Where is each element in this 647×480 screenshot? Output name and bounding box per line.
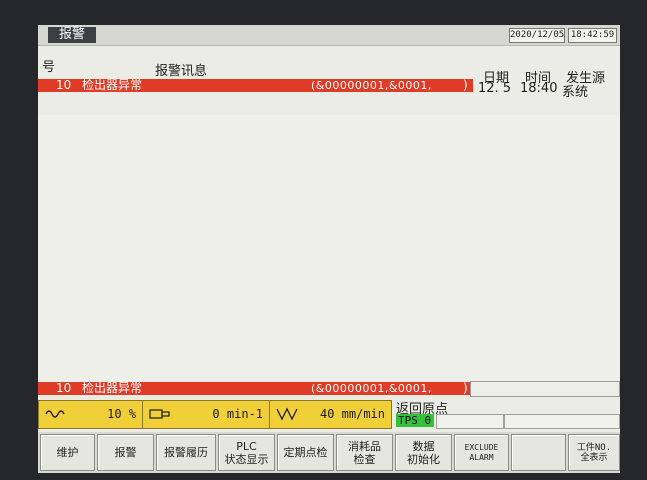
softkey-consumables[interactable]: 消耗品 检查 [336,434,393,471]
alarm-number: 10 [56,78,72,92]
softkey-workpiece-all[interactable]: 工件NO. 全表示 [568,434,620,471]
title-bar: 报警 2020/12/05 18:42:59 [38,25,620,46]
softkey-periodic-check[interactable]: 定期点检 [277,434,334,471]
current-alarm-code: (&00000001,&0001, [311,382,432,395]
zigzag-icon [276,407,298,421]
spindle-icon [149,409,170,419]
softkey-alarm-history[interactable]: 报警履历 [156,434,216,471]
feed-rate-cell: 40 mm/min [269,400,392,429]
softkey-exclude-alarm[interactable]: EXCLUDE ALARM [454,434,509,471]
status-slot-1 [436,414,504,429]
time-display: 18:42:59 [568,28,617,43]
feed-rate-value: 40 mm/min [319,407,385,421]
alarm-row[interactable]: 10 检出器异常 (&00000001,&0001, ) [38,79,473,92]
current-alarm-bar: 10 检出器异常 (&00000001,&0001, ) [38,382,470,395]
current-alarm-code-close: ) [463,381,468,395]
alarm-message: 检出器异常 [82,78,143,92]
alarm-time: 18:40 [520,81,558,96]
header-message: 报警讯息 [155,64,208,79]
alarm-date: 12. 5 [478,81,512,96]
softkey-data-init[interactable]: 数据 初始化 [395,434,452,471]
status-slot-2 [504,414,620,429]
message-aux-box [470,381,620,397]
spindle-speed-cell: 0 min-1 [142,400,270,429]
spindle-override-value: 10 % [107,407,136,421]
date-display: 2020/12/05 [509,28,565,43]
softkey-plc-status[interactable]: PLC 状态显示 [218,434,275,471]
softkey-blank[interactable] [511,434,566,471]
wave-icon [45,410,65,418]
spindle-override-cell: 10 % [38,400,143,429]
softkey-maintenance[interactable]: 维护 [40,434,95,471]
softkey-alarm[interactable]: 报警 [97,434,154,471]
header-number: 号 [42,60,56,75]
current-alarm-message: 检出器异常 [82,381,143,395]
alarm-code: (&00000001,&0001, [311,79,432,92]
alarm-source: 系统 [562,85,589,100]
spindle-speed-value: 0 min-1 [212,407,263,421]
cnc-screen: 报警 2020/12/05 18:42:59 号 报警讯息 日期 时间 发生源 … [38,25,620,473]
current-alarm-number: 10 [56,381,72,395]
alarm-list-area [38,115,620,383]
softkey-bar: 维护 报警 报警履历 PLC 状态显示 定期点检 消耗品 检查 数据 初始化 E… [38,432,620,473]
tps-indicator: TPS 0 [396,414,434,427]
screen-title-tab: 报警 [48,27,96,43]
alarm-code-close: ) [463,78,468,92]
